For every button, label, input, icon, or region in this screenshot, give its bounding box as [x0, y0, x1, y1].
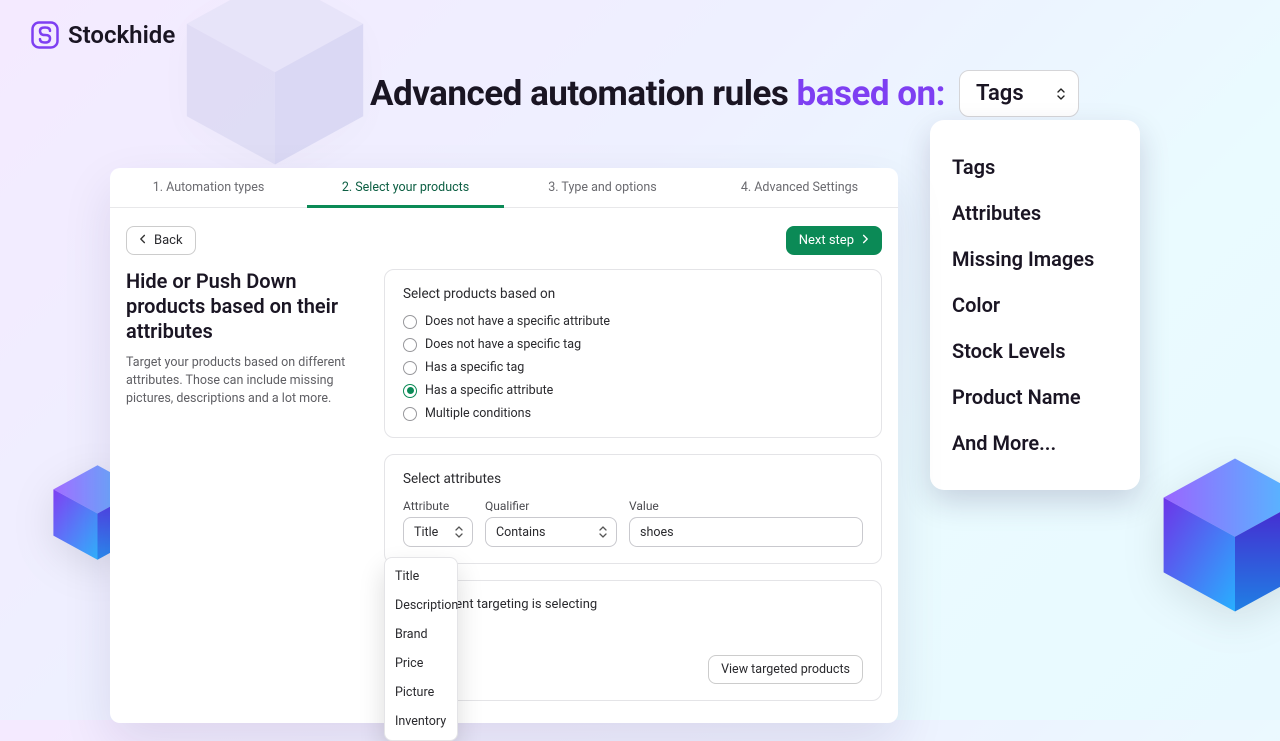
attribute-select-value: Title [414, 525, 438, 540]
filter-radio-label: Does not have a specific tag [425, 337, 581, 352]
value-input[interactable]: shoes [629, 517, 863, 547]
value-input-value: shoes [640, 525, 674, 540]
wizard-step[interactable]: 3. Type and options [504, 168, 701, 207]
qualifier-label: Qualifier [485, 499, 617, 513]
view-targeted-button[interactable]: View targeted products [708, 655, 863, 684]
back-button[interactable]: Back [126, 226, 196, 255]
filter-radio[interactable]: Has a specific attribute [403, 383, 863, 398]
filter-radio-label: Does not have a specific attribute [425, 314, 610, 329]
attributes-title: Select attributes [403, 471, 863, 487]
brand-name: Stockhide [68, 21, 175, 49]
decorative-cube [170, 0, 380, 175]
filter-radio-label: Multiple conditions [425, 406, 531, 421]
attribute-option[interactable]: Picture [385, 678, 457, 707]
filter-radio[interactable]: Has a specific tag [403, 360, 863, 375]
filter-basis-panel: Select products based on Does not have a… [384, 269, 882, 438]
filter-radio-label: Has a specific attribute [425, 383, 553, 398]
basis-select-value: Tags [976, 81, 1024, 106]
filter-radio-label: Has a specific tag [425, 360, 524, 375]
wizard-steps: 1. Automation types2. Select your produc… [110, 168, 898, 208]
targeting-summary: Your current targeting is selecting [403, 597, 863, 612]
attribute-option[interactable]: Description [385, 591, 457, 620]
radio-dot-icon [403, 407, 417, 421]
basis-option[interactable]: Missing Images [952, 236, 1118, 282]
basis-option[interactable]: Product Name [952, 374, 1118, 420]
attribute-option[interactable]: Price [385, 649, 457, 678]
basis-option[interactable]: Tags [952, 144, 1118, 190]
headline-plain: Advanced automation rules [370, 73, 797, 114]
radio-dot-icon [403, 384, 417, 398]
sort-icon [1056, 87, 1066, 101]
sort-icon [454, 525, 464, 539]
value-label: Value [629, 499, 863, 513]
basis-option[interactable]: Color [952, 282, 1118, 328]
wizard-step[interactable]: 4. Advanced Settings [701, 168, 898, 207]
brand-logo: Stockhide [30, 20, 175, 50]
attribute-label: Attribute [403, 499, 473, 513]
next-button[interactable]: Next step [786, 226, 882, 255]
attribute-option[interactable]: Title [385, 562, 457, 591]
view-targeted-label: View targeted products [721, 662, 850, 677]
next-button-label: Next step [799, 233, 854, 248]
headline-accent: based on: [797, 73, 945, 114]
attribute-dropdown: TitleDescriptionBrandPricePictureInvento… [384, 557, 458, 741]
chevron-left-icon [139, 233, 148, 248]
back-button-label: Back [154, 233, 183, 248]
basis-dropdown: TagsAttributesMissing ImagesColorStock L… [930, 120, 1140, 490]
basis-option[interactable]: Stock Levels [952, 328, 1118, 374]
basis-select[interactable]: Tags [959, 70, 1079, 117]
section-title: Hide or Push Down products based on thei… [126, 269, 366, 344]
wizard-step[interactable]: 1. Automation types [110, 168, 307, 207]
radio-dot-icon [403, 361, 417, 375]
attribute-select[interactable]: Title [403, 517, 473, 547]
filter-radio[interactable]: Does not have a specific attribute [403, 314, 863, 329]
attribute-option[interactable]: Inventory [385, 707, 457, 736]
filter-radio[interactable]: Multiple conditions [403, 406, 863, 421]
qualifier-select[interactable]: Contains [485, 517, 617, 547]
radio-dot-icon [403, 315, 417, 329]
attribute-option[interactable]: Brand [385, 620, 457, 649]
section-desc: Target your products based on different … [126, 354, 366, 408]
targeting-count: 4 [403, 618, 863, 633]
automation-card: 1. Automation types2. Select your produc… [110, 168, 898, 723]
page-headline: Advanced automation rules based on: [370, 73, 945, 114]
logo-mark-icon [30, 20, 60, 50]
filter-radio[interactable]: Does not have a specific tag [403, 337, 863, 352]
qualifier-select-value: Contains [496, 525, 545, 540]
decorative-cube [1150, 450, 1280, 620]
chevron-right-icon [860, 233, 869, 248]
basis-option[interactable]: Attributes [952, 190, 1118, 236]
targeting-panel: Your current targeting is selecting 4 Vi… [384, 580, 882, 701]
attributes-panel: Select attributes Attribute Title Qualif… [384, 454, 882, 564]
basis-option[interactable]: And More... [952, 420, 1118, 466]
wizard-step[interactable]: 2. Select your products [307, 168, 504, 207]
sort-icon [598, 525, 608, 539]
filter-basis-title: Select products based on [403, 286, 863, 302]
radio-dot-icon [403, 338, 417, 352]
